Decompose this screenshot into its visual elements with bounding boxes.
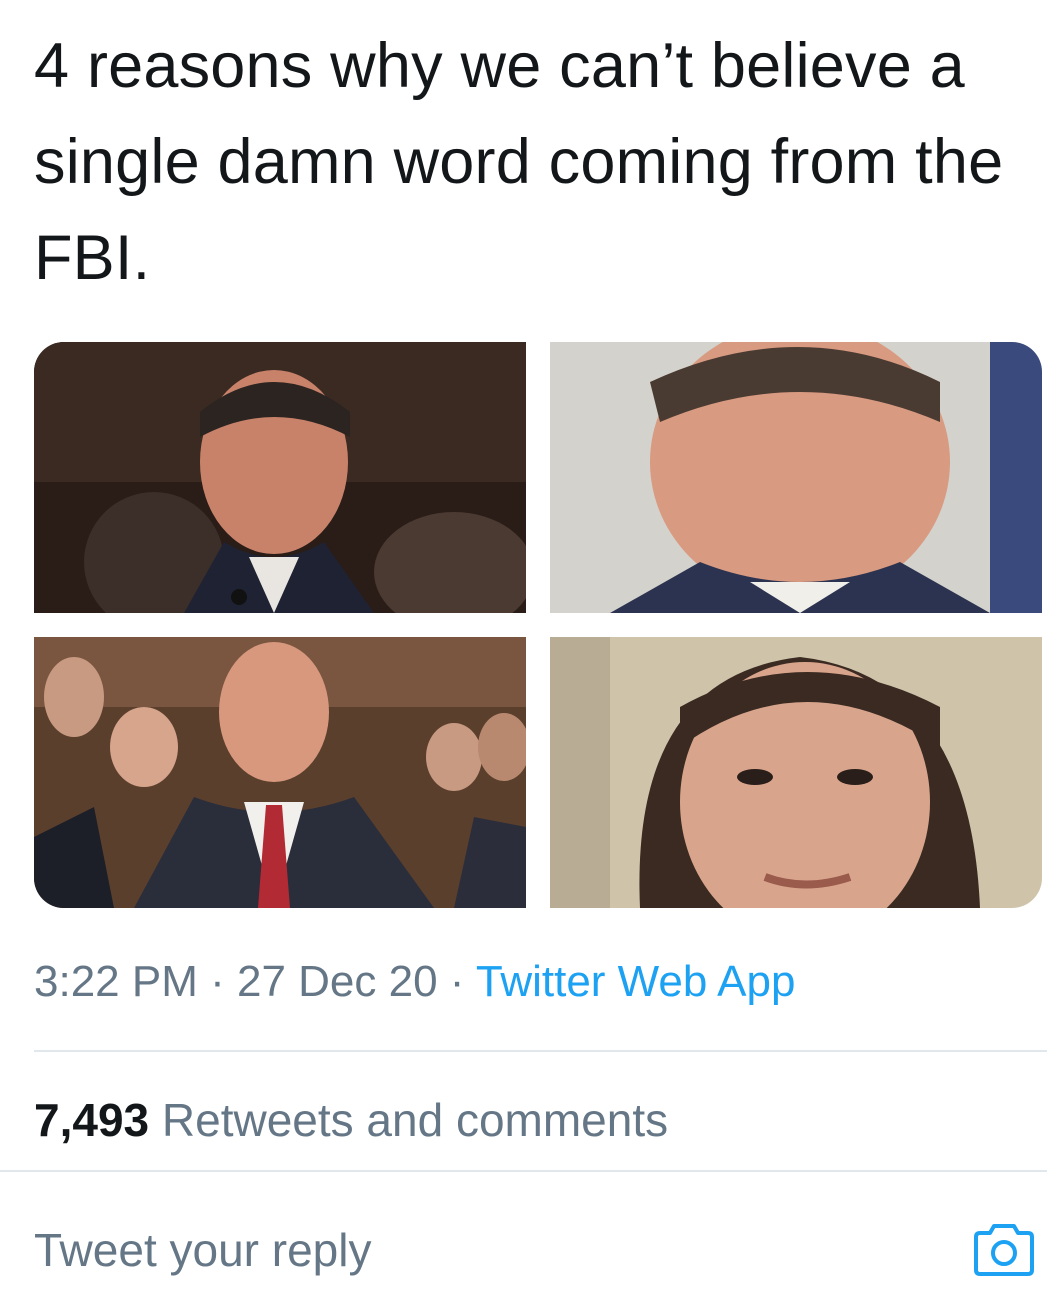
reply-input[interactable] bbox=[34, 1218, 934, 1282]
retweet-count: 7,493 bbox=[34, 1094, 150, 1146]
retweet-label: Retweets and comments bbox=[161, 1094, 669, 1146]
tweet-photo-2[interactable] bbox=[550, 342, 1042, 613]
tweet-photo-4[interactable] bbox=[550, 637, 1042, 908]
divider bbox=[34, 1050, 1047, 1052]
meta-separator: · bbox=[197, 957, 237, 1006]
tweet-text: 4 reasons why we can’t believe a single … bbox=[34, 31, 1004, 293]
tweet-photo-3[interactable] bbox=[34, 637, 526, 908]
divider bbox=[0, 1170, 1047, 1172]
tweet-date[interactable]: 27 Dec 20 bbox=[237, 957, 438, 1006]
tweet-meta: 3:22 PM · 27 Dec 20 · Twitter Web App bbox=[34, 952, 795, 1012]
tweet-photo-1[interactable] bbox=[34, 342, 526, 613]
camera-icon bbox=[974, 1224, 1034, 1276]
tweet-source-link[interactable]: Twitter Web App bbox=[476, 957, 796, 1006]
media-grid bbox=[34, 342, 1042, 908]
tweet-time[interactable]: 3:22 PM bbox=[34, 957, 198, 1006]
retweets-and-comments-stat[interactable]: 7,493 Retweets and comments bbox=[34, 1090, 668, 1150]
add-photo-button[interactable] bbox=[972, 1216, 1036, 1280]
meta-separator: · bbox=[437, 957, 476, 1006]
